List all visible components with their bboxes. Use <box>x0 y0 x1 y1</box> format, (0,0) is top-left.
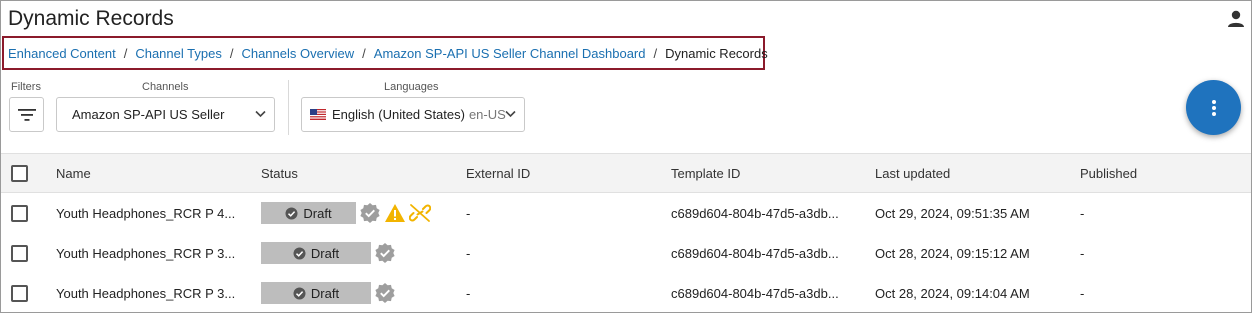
breadcrumb-link-enhanced-content[interactable]: Enhanced Content <box>8 46 116 61</box>
table-row[interactable]: Youth Headphones_RCR P 3... Draft - c689… <box>1 233 1251 273</box>
breadcrumb-separator: / <box>229 45 234 61</box>
chevron-down-icon <box>505 110 516 118</box>
template-id: c689d604-804b-47d5-a3db... <box>671 245 839 261</box>
breadcrumb-separator: / <box>123 45 128 61</box>
us-flag-icon <box>310 109 326 120</box>
unlinked-icon[interactable] <box>409 203 431 223</box>
row-checkbox[interactable] <box>11 284 28 302</box>
breadcrumb: Enhanced Content / Channel Types / Chann… <box>2 36 768 70</box>
records-table: Name Status External ID Template ID Last… <box>1 153 1251 313</box>
record-name[interactable]: Youth Headphones_RCR P 3... <box>56 273 235 313</box>
external-id: - <box>466 205 471 221</box>
status-badge: Draft <box>261 202 356 224</box>
page-title: Dynamic Records <box>8 7 174 30</box>
select-all-checkbox[interactable] <box>11 164 28 182</box>
status-cell: Draft <box>261 282 396 304</box>
languages-select[interactable]: English (United States) en-US <box>301 97 525 132</box>
external-id: - <box>466 245 471 261</box>
status-badge-label: Draft <box>310 285 340 301</box>
status-badge: Draft <box>261 242 371 264</box>
chevron-down-icon <box>255 110 266 118</box>
check-circle-icon <box>285 207 298 219</box>
check-circle-icon <box>293 247 306 259</box>
channels-label: Channels <box>142 81 189 93</box>
filter-button[interactable] <box>9 97 44 132</box>
filter-icon <box>17 108 36 121</box>
column-header-name[interactable]: Name <box>56 154 91 192</box>
row-checkbox[interactable] <box>11 244 28 262</box>
breadcrumb-separator: / <box>362 45 366 61</box>
languages-label: Languages <box>384 81 439 93</box>
languages-select-value: English (United States) <box>332 107 465 122</box>
column-header-last-updated[interactable]: Last updated <box>875 154 950 192</box>
verified-badge-icon <box>374 242 396 264</box>
breadcrumb-link-channel-types[interactable]: Channel Types <box>135 46 222 61</box>
breadcrumb-link-channels-overview[interactable]: Channels Overview <box>241 46 354 61</box>
record-name[interactable]: Youth Headphones_RCR P 3... <box>56 233 235 273</box>
last-updated: Oct 28, 2024, 09:14:04 AM <box>875 285 1030 301</box>
warning-icon[interactable] <box>384 203 406 223</box>
column-header-external-id[interactable]: External ID <box>466 154 530 192</box>
breadcrumb-current: Dynamic Records <box>665 45 768 61</box>
more-actions-button[interactable] <box>1186 80 1241 135</box>
user-icon[interactable] <box>1226 9 1246 29</box>
table-header: Name Status External ID Template ID Last… <box>1 153 1251 193</box>
column-header-template-id[interactable]: Template ID <box>671 154 740 192</box>
template-id: c689d604-804b-47d5-a3db... <box>671 285 839 301</box>
table-row[interactable]: Youth Headphones_RCR P 3... Draft - c689… <box>1 273 1251 313</box>
table-row[interactable]: Youth Headphones_RCR P 4... Draft - c689… <box>1 193 1251 233</box>
breadcrumb-link-channel-dashboard[interactable]: Amazon SP-API US Seller Channel Dashboar… <box>374 46 646 61</box>
external-id: - <box>466 285 471 301</box>
breadcrumb-separator: / <box>653 45 658 61</box>
status-badge-label: Draft <box>303 205 332 221</box>
last-updated: Oct 28, 2024, 09:15:12 AM <box>875 245 1030 261</box>
record-name[interactable]: Youth Headphones_RCR P 4... <box>56 193 235 233</box>
verified-badge-icon <box>374 282 396 304</box>
check-circle-icon <box>293 287 306 299</box>
language-code: en-US <box>468 107 506 122</box>
column-header-published[interactable]: Published <box>1080 154 1137 192</box>
published: - <box>1080 205 1085 221</box>
published: - <box>1080 285 1085 301</box>
channels-select-value: Amazon SP-API US Seller <box>72 107 225 122</box>
status-cell: Draft <box>261 242 396 264</box>
row-checkbox[interactable] <box>11 204 28 222</box>
toolbar-divider <box>288 80 289 135</box>
published: - <box>1080 245 1085 261</box>
filters-label: Filters <box>11 81 41 93</box>
status-cell: Draft <box>261 202 431 224</box>
more-vertical-icon <box>1211 99 1216 116</box>
verified-badge-icon <box>359 202 381 224</box>
last-updated: Oct 29, 2024, 09:51:35 AM <box>875 205 1030 221</box>
channels-select[interactable]: Amazon SP-API US Seller <box>56 97 275 132</box>
template-id: c689d604-804b-47d5-a3db... <box>671 205 839 221</box>
status-badge-label: Draft <box>310 245 340 261</box>
status-badge: Draft <box>261 282 371 304</box>
column-header-status[interactable]: Status <box>261 154 298 192</box>
